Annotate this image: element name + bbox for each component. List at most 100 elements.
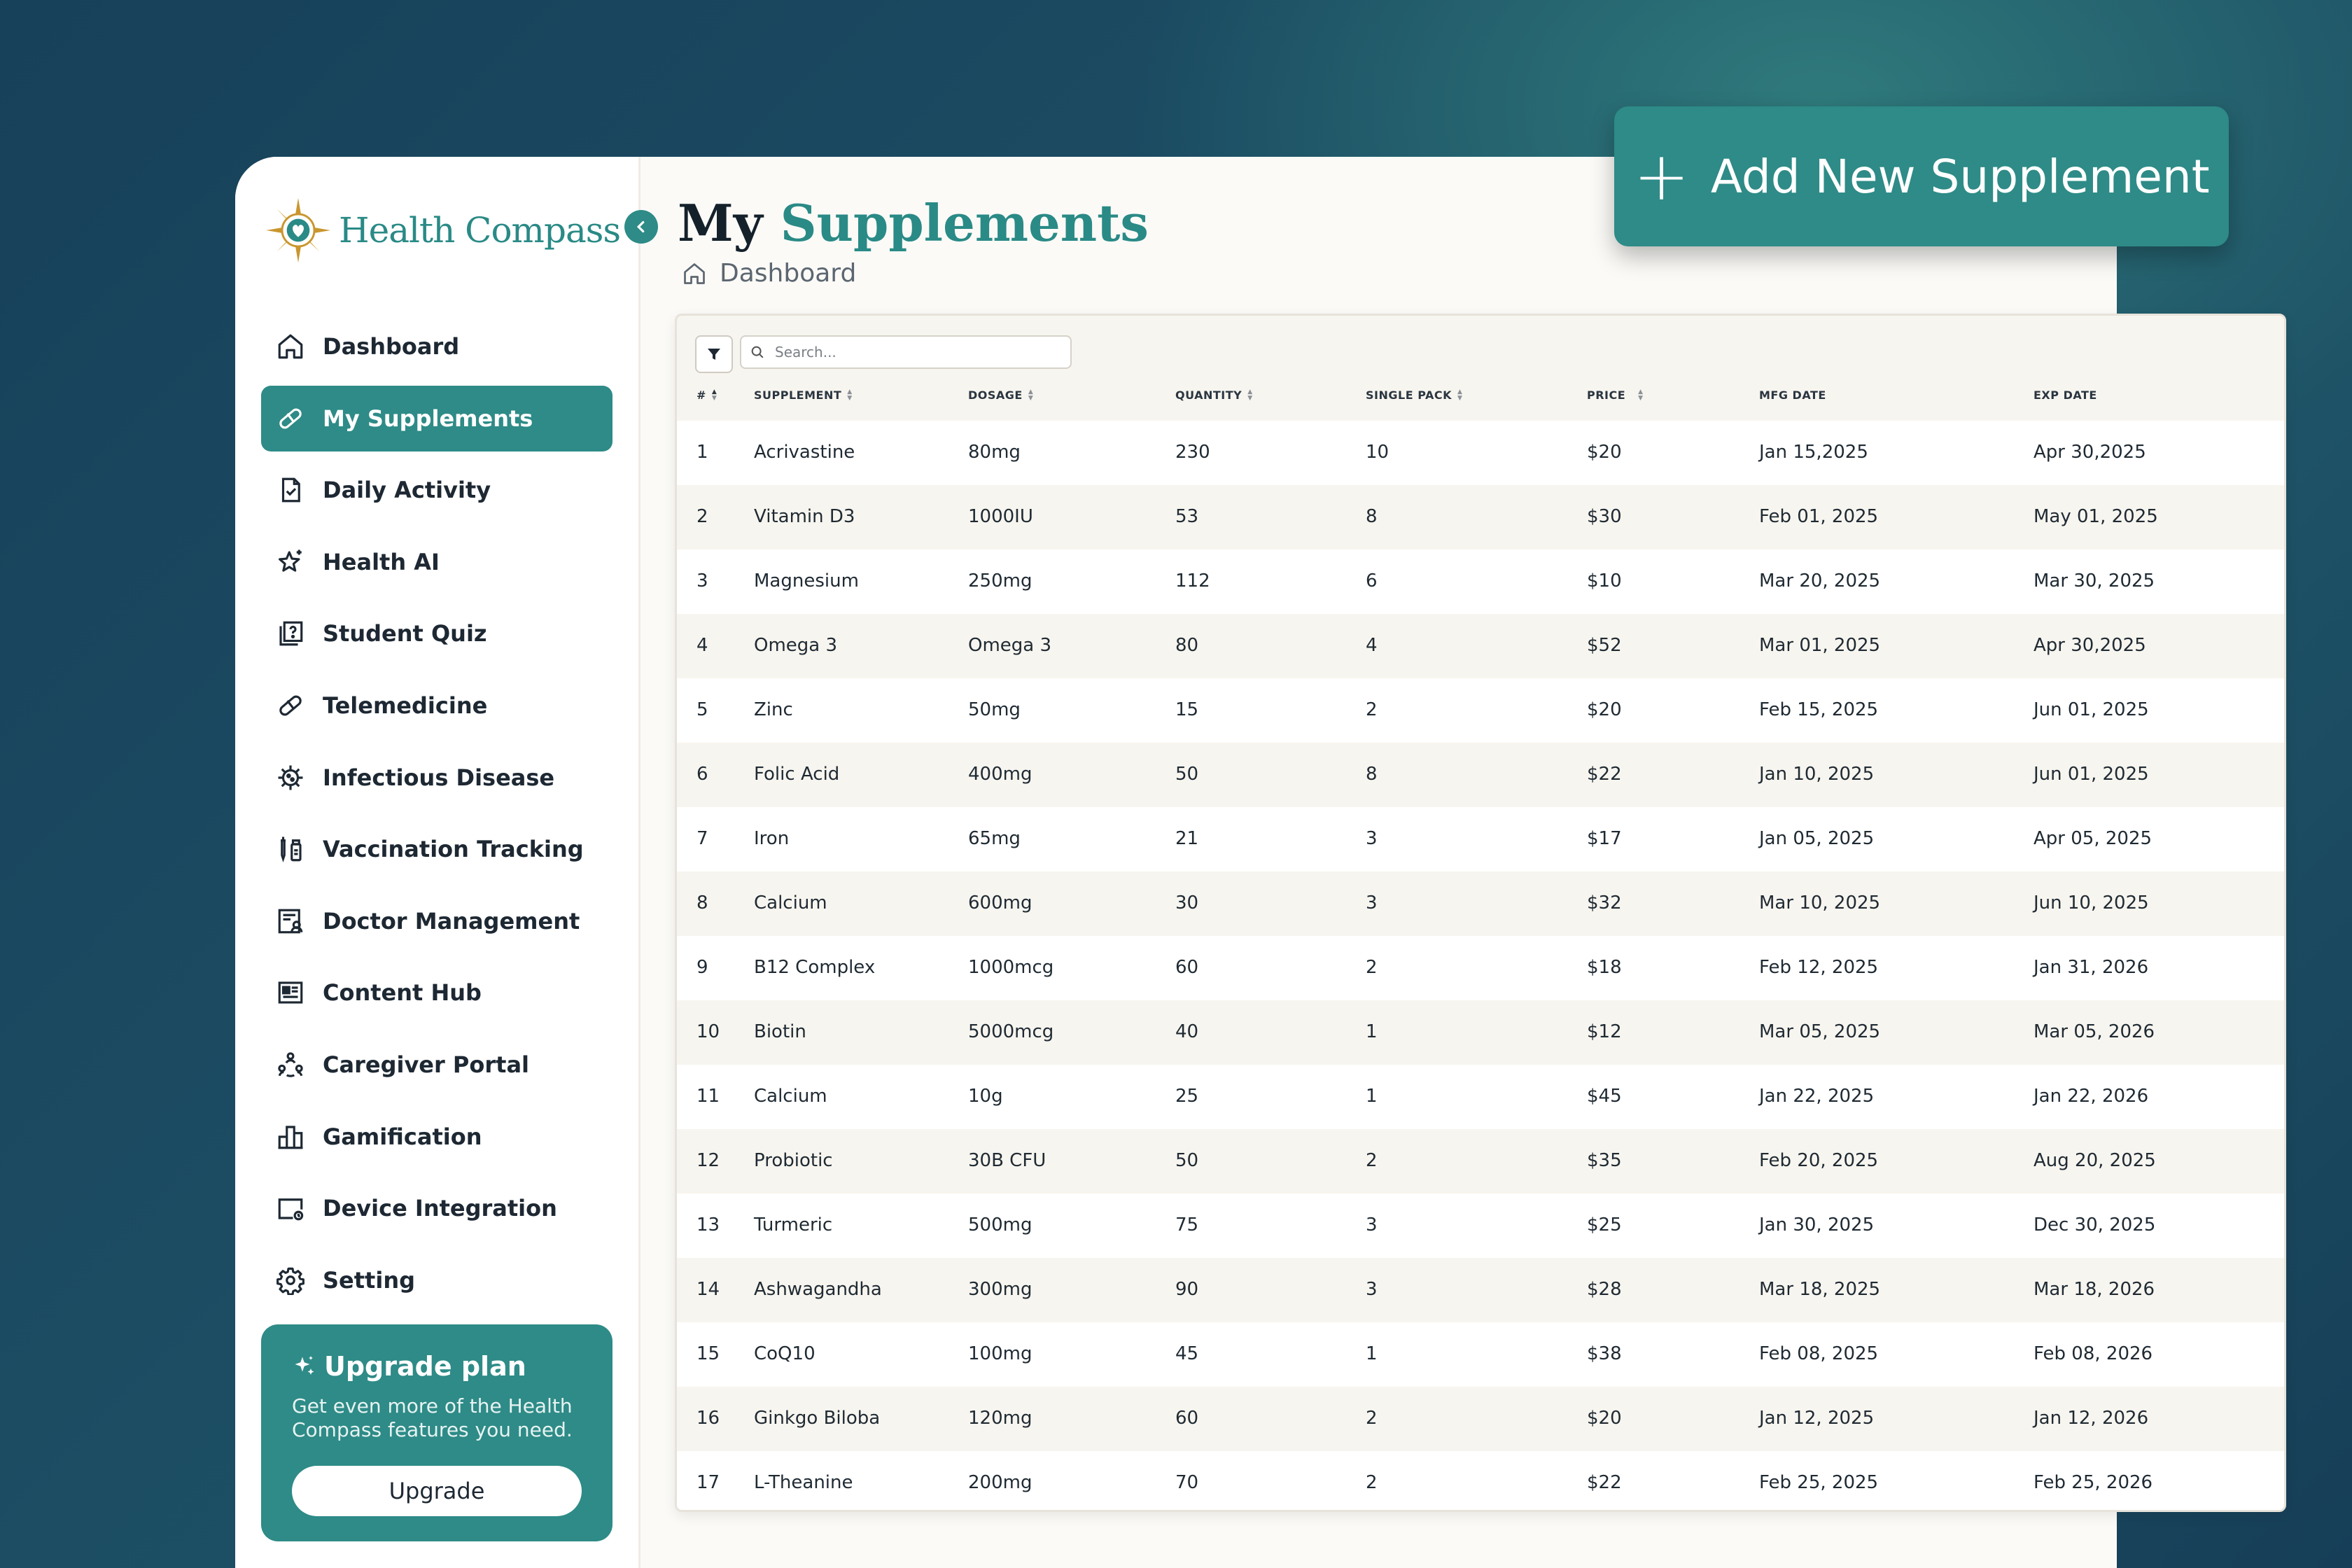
cell-price: $20 — [1587, 442, 1622, 463]
cell-quantity: 30 — [1175, 892, 1199, 913]
cell-single-pack: 3 — [1366, 1214, 1378, 1236]
cell-dosage: 10g — [968, 1086, 1003, 1107]
table-row[interactable]: 1 Acrivastine 80mg 230 10 $20 Jan 15,2025 Apr 3… — [677, 421, 2284, 485]
table-row[interactable]: 17 L-Theanine 200mg 70 2 $22 Feb 25, 2025 Feb 2… — [677, 1451, 2284, 1510]
sidebar-item-health-ai[interactable]: Health AI — [261, 529, 612, 595]
cell-price: $22 — [1587, 1472, 1622, 1493]
cell-supplement-name: Folic Acid — [754, 764, 840, 785]
column-header-single-pack[interactable]: SINGLE PACK ▲ ▼ — [1366, 388, 1462, 402]
cell-exp-date: Mar 05, 2026 — [2033, 1021, 2155, 1042]
table-row[interactable]: 12 Probiotic 30B CFU 50 2 $35 Feb 20, 2025 Aug … — [677, 1129, 2284, 1194]
column-header-supplement[interactable]: SUPPLEMENT ▲ ▼ — [754, 388, 853, 402]
cell-price: $28 — [1587, 1279, 1622, 1300]
cell-quantity: 25 — [1175, 1086, 1199, 1107]
column-header-quantity[interactable]: QUANTITY ▲ ▼ — [1175, 388, 1253, 402]
sidebar-item-doctor-management[interactable]: Doctor Management — [261, 888, 612, 954]
cell-exp-date: Jun 01, 2025 — [2033, 764, 2149, 785]
cell-price: $18 — [1587, 957, 1622, 978]
search-box[interactable] — [740, 335, 1072, 369]
table-row[interactable]: 16 Ginkgo Biloba 120mg 60 2 $20 Jan 12, 2025 Ja… — [677, 1387, 2284, 1451]
cell-mfg-date: Feb 01, 2025 — [1759, 506, 1879, 527]
cell-quantity: 50 — [1175, 1150, 1199, 1171]
column-label: EXP DATE — [2033, 388, 2097, 402]
sidebar-item-setting[interactable]: Setting — [261, 1247, 612, 1313]
table-row[interactable]: 7 Iron 65mg 21 3 $17 Jan 05, 2025 Apr 05, 2025 — [677, 807, 2284, 872]
table-row[interactable]: 9 B12 Complex 1000mcg 60 2 $18 Feb 12, 2025 Jan… — [677, 936, 2284, 1000]
upgrade-description: Get even more of the Health Compass feat… — [292, 1394, 573, 1441]
table-row[interactable]: 4 Omega 3 Omega 3 80 4 $52 Mar 01, 2025 Apr 30,… — [677, 614, 2284, 678]
column-header-exp-date[interactable]: EXP DATE — [2033, 388, 2097, 402]
sidebar-item-content-hub[interactable]: Content Hub — [261, 960, 612, 1026]
sidebar-item-dashboard[interactable]: Dashboard — [261, 314, 612, 379]
cell-price: $30 — [1587, 506, 1622, 527]
cell-exp-date: Feb 08, 2026 — [2033, 1343, 2153, 1364]
cell-supplement-name: Zinc — [754, 699, 793, 720]
table-row[interactable]: 14 Ashwagandha 300mg 90 3 $28 Mar 18, 2025 Mar … — [677, 1258, 2284, 1322]
sidebar-item-telemedicine[interactable]: Telemedicine — [261, 673, 612, 738]
cell-row-index: 3 — [696, 570, 708, 592]
cell-row-index: 9 — [696, 957, 708, 978]
cell-single-pack: 2 — [1366, 1150, 1378, 1171]
sidebar-item-device-integration[interactable]: Device Integration — [261, 1175, 612, 1241]
sort-icon: ▲ ▼ — [1457, 388, 1463, 402]
cell-exp-date: Jan 12, 2026 — [2033, 1408, 2149, 1429]
virus-icon — [275, 762, 306, 793]
cell-exp-date: May 01, 2025 — [2033, 506, 2158, 527]
sidebar-item-infectious-disease[interactable]: Infectious Disease — [261, 745, 612, 811]
cell-exp-date: Apr 30,2025 — [2033, 442, 2146, 463]
sidebar-item-label: Gamification — [323, 1123, 482, 1150]
column-header-dosage[interactable]: DOSAGE ▲ ▼ — [968, 388, 1033, 402]
search-input[interactable] — [774, 343, 1056, 361]
cell-row-index: 17 — [696, 1472, 720, 1493]
cell-mfg-date: Jan 05, 2025 — [1759, 828, 1875, 849]
add-new-supplement-button[interactable]: + Add New Supplement — [1614, 106, 2229, 246]
cell-quantity: 60 — [1175, 1408, 1199, 1429]
sidebar-item-student-quiz[interactable]: Student Quiz — [261, 601, 612, 666]
table-row[interactable]: 10 Biotin 5000mcg 40 1 $12 Mar 05, 2025 Mar 05,… — [677, 1000, 2284, 1065]
background-frame: Health Compass Dashboard My Supplements — [0, 0, 2352, 1568]
cell-price: $20 — [1587, 699, 1622, 720]
table-row[interactable]: 13 Turmeric 500mg 75 3 $25 Jan 30, 2025 Dec 30,… — [677, 1194, 2284, 1258]
breadcrumb[interactable]: Dashboard — [682, 259, 856, 288]
column-header-price[interactable]: PRICE ▲ ▼ — [1587, 388, 1644, 402]
capsule-icon — [275, 690, 306, 721]
compass-logo-icon — [265, 197, 331, 263]
column-label: MFG DATE — [1759, 388, 1826, 402]
table-row[interactable]: 8 Calcium 600mg 30 3 $32 Mar 10, 2025 Jun 10, 2… — [677, 872, 2284, 936]
table-row[interactable]: 2 Vitamin D3 1000IU 53 8 $30 Feb 01, 2025 May 0… — [677, 485, 2284, 550]
filter-button[interactable] — [695, 335, 733, 373]
cell-dosage: 80mg — [968, 442, 1021, 463]
upgrade-button[interactable]: Upgrade — [292, 1466, 582, 1516]
table-row[interactable]: 15 CoQ10 100mg 45 1 $38 Feb 08, 2025 Feb 08, 20… — [677, 1322, 2284, 1387]
breadcrumb-label: Dashboard — [720, 259, 857, 288]
cell-mfg-date: Mar 18, 2025 — [1759, 1279, 1881, 1300]
cell-single-pack: 1 — [1366, 1086, 1378, 1107]
table-row[interactable]: 11 Calcium 10g 25 1 $45 Jan 22, 2025 Jan 22, 20… — [677, 1065, 2284, 1129]
sidebar-item-daily-activity[interactable]: Daily Activity — [261, 457, 612, 523]
column-label: # — [696, 388, 706, 402]
cell-single-pack: 3 — [1366, 1279, 1378, 1300]
table-row[interactable]: 6 Folic Acid 400mg 50 8 $22 Jan 10, 2025 Jun 01… — [677, 743, 2284, 807]
collapse-sidebar-button[interactable] — [624, 210, 658, 244]
cell-quantity: 50 — [1175, 764, 1199, 785]
cell-quantity: 45 — [1175, 1343, 1199, 1364]
sidebar-nav: Dashboard My Supplements Daily Activity — [261, 314, 612, 1319]
sidebar-item-caregiver-portal[interactable]: Caregiver Portal — [261, 1032, 612, 1098]
cell-mfg-date: Mar 20, 2025 — [1759, 570, 1881, 592]
cell-mfg-date: Feb 25, 2025 — [1759, 1472, 1879, 1493]
column-header-mfg-date[interactable]: MFG DATE — [1759, 388, 1826, 402]
sidebar-item-label: Health AI — [323, 548, 440, 575]
sidebar-item-label: Vaccination Tracking — [323, 836, 584, 863]
sidebar-item-gamification[interactable]: Gamification — [261, 1104, 612, 1170]
table-row[interactable]: 3 Magnesium 250mg 112 6 $10 Mar 20, 2025 Mar 30… — [677, 550, 2284, 614]
cell-exp-date: Mar 18, 2026 — [2033, 1279, 2155, 1300]
column-header-index[interactable]: # ▲ ▼ — [696, 388, 717, 402]
sidebar-item-vaccination-tracking[interactable]: Vaccination Tracking — [261, 816, 612, 882]
logo[interactable]: Health Compass — [265, 192, 621, 269]
sidebar-item-my-supplements[interactable]: My Supplements — [261, 385, 612, 451]
sort-icon: ▲ ▼ — [711, 388, 718, 402]
cell-quantity: 70 — [1175, 1472, 1199, 1493]
cell-price: $20 — [1587, 1408, 1622, 1429]
table-row[interactable]: 5 Zinc 50mg 15 2 $20 Feb 15, 2025 Jun 01, 2025 — [677, 678, 2284, 743]
cell-row-index: 1 — [696, 442, 708, 463]
